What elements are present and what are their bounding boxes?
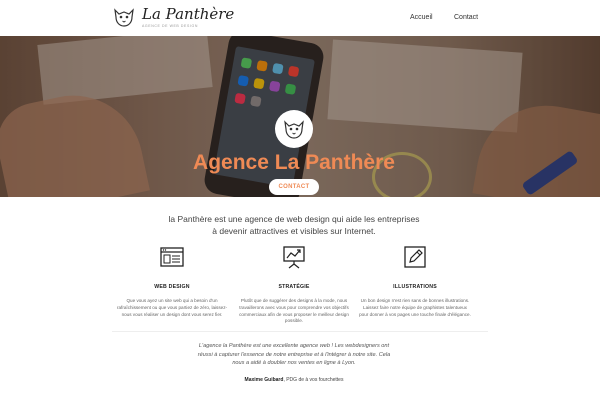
chart-board-icon: [283, 246, 305, 269]
feature-title: STRATÉGIE: [278, 284, 310, 290]
feature-web-design: WEB DESIGN Que vous ayez un site web qui…: [112, 244, 232, 318]
quote-line: L'agence la Panthère est une excellente …: [198, 343, 390, 349]
divider: [112, 331, 488, 332]
nav-item-accueil[interactable]: Accueil: [410, 14, 433, 21]
site-header: La Panthère agence de web design Accueil…: [0, 0, 600, 36]
panther-logo-icon: [284, 120, 304, 139]
author-name: Maxime Guibard: [244, 377, 284, 383]
hero-banner: Agence La Panthère CONTACT: [0, 36, 600, 197]
main-nav: Accueil Contact: [0, 14, 600, 26]
feature-title: WEB DESIGN: [154, 284, 190, 290]
feature-title: ILLUSTRATIONS: [393, 284, 437, 290]
author-role: , PDG de à vos fourchettes: [283, 377, 344, 383]
testimonial-author: Maxime Guibard, PDG de à vos fourchettes: [0, 377, 588, 383]
quote-line: nous a aidé à doubler nos ventes en lign…: [232, 360, 356, 366]
intro-line: à devenir attractives et visibles sur In…: [212, 226, 376, 236]
hero-logo-badge: [275, 110, 313, 148]
feature-description: Un bon design n'est rien sans de bonnes …: [359, 298, 471, 317]
testimonial-quote: L'agence la Panthère est une excellente …: [0, 342, 588, 368]
contact-button[interactable]: CONTACT: [269, 179, 319, 195]
nav-item-contact[interactable]: Contact: [454, 14, 478, 21]
pencil-icon: [404, 246, 426, 268]
intro-line: la Panthère est une agence de web design…: [168, 214, 420, 224]
feature-strategie: STRATÉGIE Plutôt que de suggérer des des…: [234, 244, 354, 325]
quote-line: réussi à capturer l'essence de notre ent…: [197, 351, 391, 358]
feature-illustrations: ILLUSTRATIONS Un bon design n'est rien s…: [355, 244, 475, 318]
feature-description: Plutôt que de suggérer des designs à la …: [239, 298, 349, 324]
feature-description: Que vous ayez un site web qui a besoin d…: [116, 298, 228, 317]
browser-window-icon: [160, 247, 184, 267]
intro-text: la Panthère est une agence de web design…: [0, 213, 588, 237]
hero-title: Agence La Panthère: [193, 151, 395, 174]
